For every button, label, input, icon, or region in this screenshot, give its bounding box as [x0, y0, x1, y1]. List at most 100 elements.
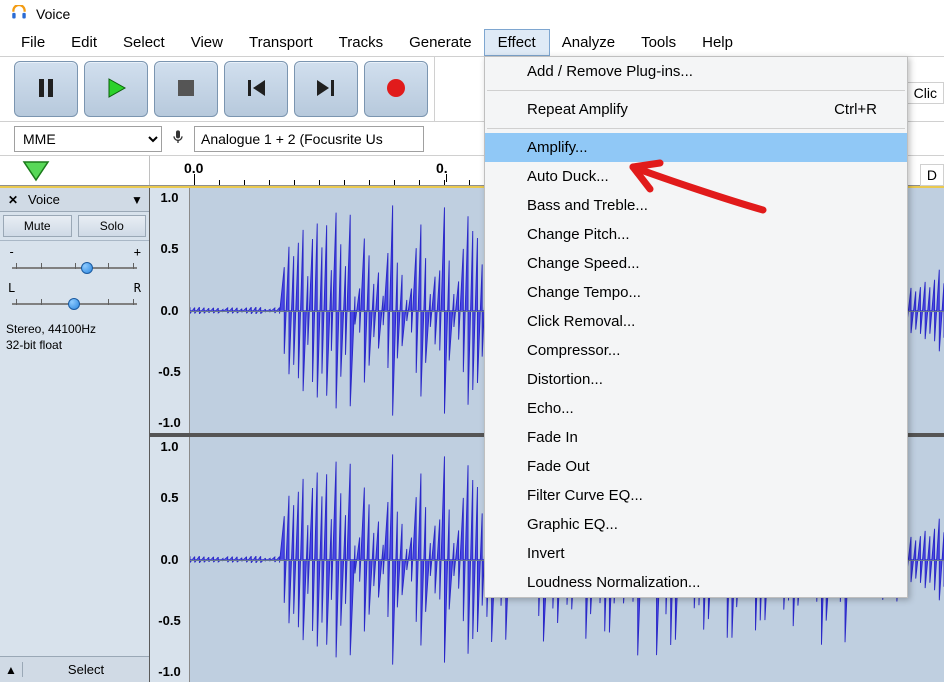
solo-button[interactable]: Solo — [78, 215, 147, 237]
track-header[interactable]: ✕ Voice ▼ — [0, 188, 149, 212]
amp-label: 1.0 — [150, 439, 189, 454]
amp-label: 0.0 — [150, 552, 189, 567]
effect-item-change-tempo[interactable]: Change Tempo... — [485, 278, 907, 307]
menu-edit[interactable]: Edit — [58, 30, 110, 55]
effect-item-label: Fade In — [527, 429, 578, 446]
effect-item-label: Graphic EQ... — [527, 516, 618, 533]
track-dropdown-icon[interactable]: ▼ — [131, 193, 143, 207]
menu-tracks[interactable]: Tracks — [326, 30, 396, 55]
close-track-button[interactable]: ✕ — [6, 193, 20, 207]
amplitude-scale-right: 1.00.50.0-0.5-1.0 — [150, 437, 190, 682]
menu-analyze[interactable]: Analyze — [549, 30, 628, 55]
pan-slider[interactable]: L R — [0, 277, 149, 313]
audio-host-select[interactable]: MME — [14, 126, 162, 152]
effect-item-loudness-normalization[interactable]: Loudness Normalization... — [485, 568, 907, 597]
effect-item-compressor[interactable]: Compressor... — [485, 336, 907, 365]
track-format-info: Stereo, 44100Hz 32-bit float — [0, 313, 149, 361]
effect-item-change-speed[interactable]: Change Speed... — [485, 249, 907, 278]
gain-max-label: + — [134, 245, 141, 259]
pause-icon — [35, 77, 57, 102]
amplitude-scale-left: 1.0 0.5 0.0 -0.5 -1.0 — [150, 188, 190, 433]
effect-item-label: Echo... — [527, 400, 574, 417]
effect-item-echo[interactable]: Echo... — [485, 394, 907, 423]
effect-item-shortcut: Ctrl+R — [834, 101, 877, 118]
collapse-track-icon[interactable]: ▲ — [0, 663, 22, 677]
menu-separator — [487, 90, 905, 91]
microphone-icon — [170, 129, 186, 149]
menu-tools[interactable]: Tools — [628, 30, 689, 55]
ruler-minor-tick — [219, 180, 220, 185]
effect-item-add-remove-plug-ins[interactable]: Add / Remove Plug-ins... — [485, 57, 907, 86]
effect-item-amplify[interactable]: Amplify... — [485, 133, 907, 162]
menu-help[interactable]: Help — [689, 30, 746, 55]
effect-item-label: Fade Out — [527, 458, 590, 475]
ruler-minor-tick — [344, 180, 345, 185]
track-format-line1: Stereo, 44100Hz — [6, 321, 143, 337]
menu-view[interactable]: View — [178, 30, 236, 55]
pan-left-label: L — [8, 281, 15, 295]
menu-file[interactable]: File — [8, 30, 58, 55]
ruler-minor-tick — [444, 180, 445, 185]
track-format-line2: 32-bit float — [6, 337, 143, 353]
effect-dropdown-menu[interactable]: Add / Remove Plug-ins... Repeat Amplify Ct… — [484, 56, 908, 598]
ruler-minor-tick — [419, 180, 420, 185]
amp-label: -0.5 — [150, 613, 189, 628]
track-select-button[interactable]: Select — [22, 662, 149, 677]
pause-button[interactable] — [14, 61, 78, 117]
play-icon — [104, 76, 128, 103]
effect-item-label: Change Speed... — [527, 255, 640, 272]
menu-transport[interactable]: Transport — [236, 30, 326, 55]
ruler-minor-tick — [319, 180, 320, 185]
device-letter-button[interactable]: D — [920, 164, 944, 186]
menu-effect[interactable]: Effect — [485, 30, 549, 55]
effect-item-auto-duck[interactable]: Auto Duck... — [485, 162, 907, 191]
effect-item-invert[interactable]: Invert — [485, 539, 907, 568]
amp-label: -0.5 — [150, 364, 189, 379]
stop-icon — [176, 78, 196, 101]
ruler-minor-tick — [469, 180, 470, 185]
skip-end-button[interactable] — [294, 61, 358, 117]
effect-item-label: Repeat Amplify — [527, 101, 628, 118]
menu-select[interactable]: Select — [110, 30, 178, 55]
effect-item-bass-and-treble[interactable]: Bass and Treble... — [485, 191, 907, 220]
effect-item-repeat-amplify[interactable]: Repeat Amplify Ctrl+R — [485, 95, 907, 124]
effect-item-label: Compressor... — [527, 342, 620, 359]
recording-device-label: Analogue 1 + 2 (Focusrite Us — [201, 131, 383, 147]
effect-item-click-removal[interactable]: Click Removal... — [485, 307, 907, 336]
track-name[interactable]: Voice — [20, 192, 131, 207]
effect-item-label: Add / Remove Plug-ins... — [527, 63, 693, 80]
gain-min-label: - — [8, 245, 15, 259]
mute-button[interactable]: Mute — [3, 215, 72, 237]
skip-start-icon — [245, 77, 267, 102]
menu-generate[interactable]: Generate — [396, 30, 485, 55]
effect-item-label: Change Pitch... — [527, 226, 630, 243]
window-titlebar: Voice — [0, 0, 944, 28]
timeline-pin-area — [0, 156, 150, 185]
effect-item-label: Click Removal... — [527, 313, 635, 330]
amp-label: 1.0 — [150, 190, 189, 205]
gain-slider[interactable]: - + — [0, 241, 149, 277]
stop-button[interactable] — [154, 61, 218, 117]
playhead-pin-icon[interactable] — [22, 160, 50, 182]
effect-item-distortion[interactable]: Distortion... — [485, 365, 907, 394]
effect-item-change-pitch[interactable]: Change Pitch... — [485, 220, 907, 249]
play-button[interactable] — [84, 61, 148, 117]
meter-click-button[interactable]: Clic — [907, 82, 944, 104]
ruler-minor-tick — [194, 180, 195, 185]
effect-item-graphic-eq[interactable]: Graphic EQ... — [485, 510, 907, 539]
recording-device-select[interactable]: Analogue 1 + 2 (Focusrite Us — [194, 126, 424, 152]
ruler-minor-tick — [294, 180, 295, 185]
window-title: Voice — [36, 6, 70, 22]
amp-label: 0.5 — [150, 241, 189, 256]
amp-label: 0.0 — [150, 303, 189, 318]
ruler-minor-tick — [394, 180, 395, 185]
menu-separator — [487, 128, 905, 129]
effect-item-filter-curve-eq[interactable]: Filter Curve EQ... — [485, 481, 907, 510]
effect-item-label: Loudness Normalization... — [527, 574, 700, 591]
amp-label: -1.0 — [150, 415, 189, 430]
record-button[interactable] — [364, 61, 428, 117]
effect-item-fade-in[interactable]: Fade In — [485, 423, 907, 452]
skip-start-button[interactable] — [224, 61, 288, 117]
effect-item-fade-out[interactable]: Fade Out — [485, 452, 907, 481]
amp-label: 0.5 — [150, 490, 189, 505]
